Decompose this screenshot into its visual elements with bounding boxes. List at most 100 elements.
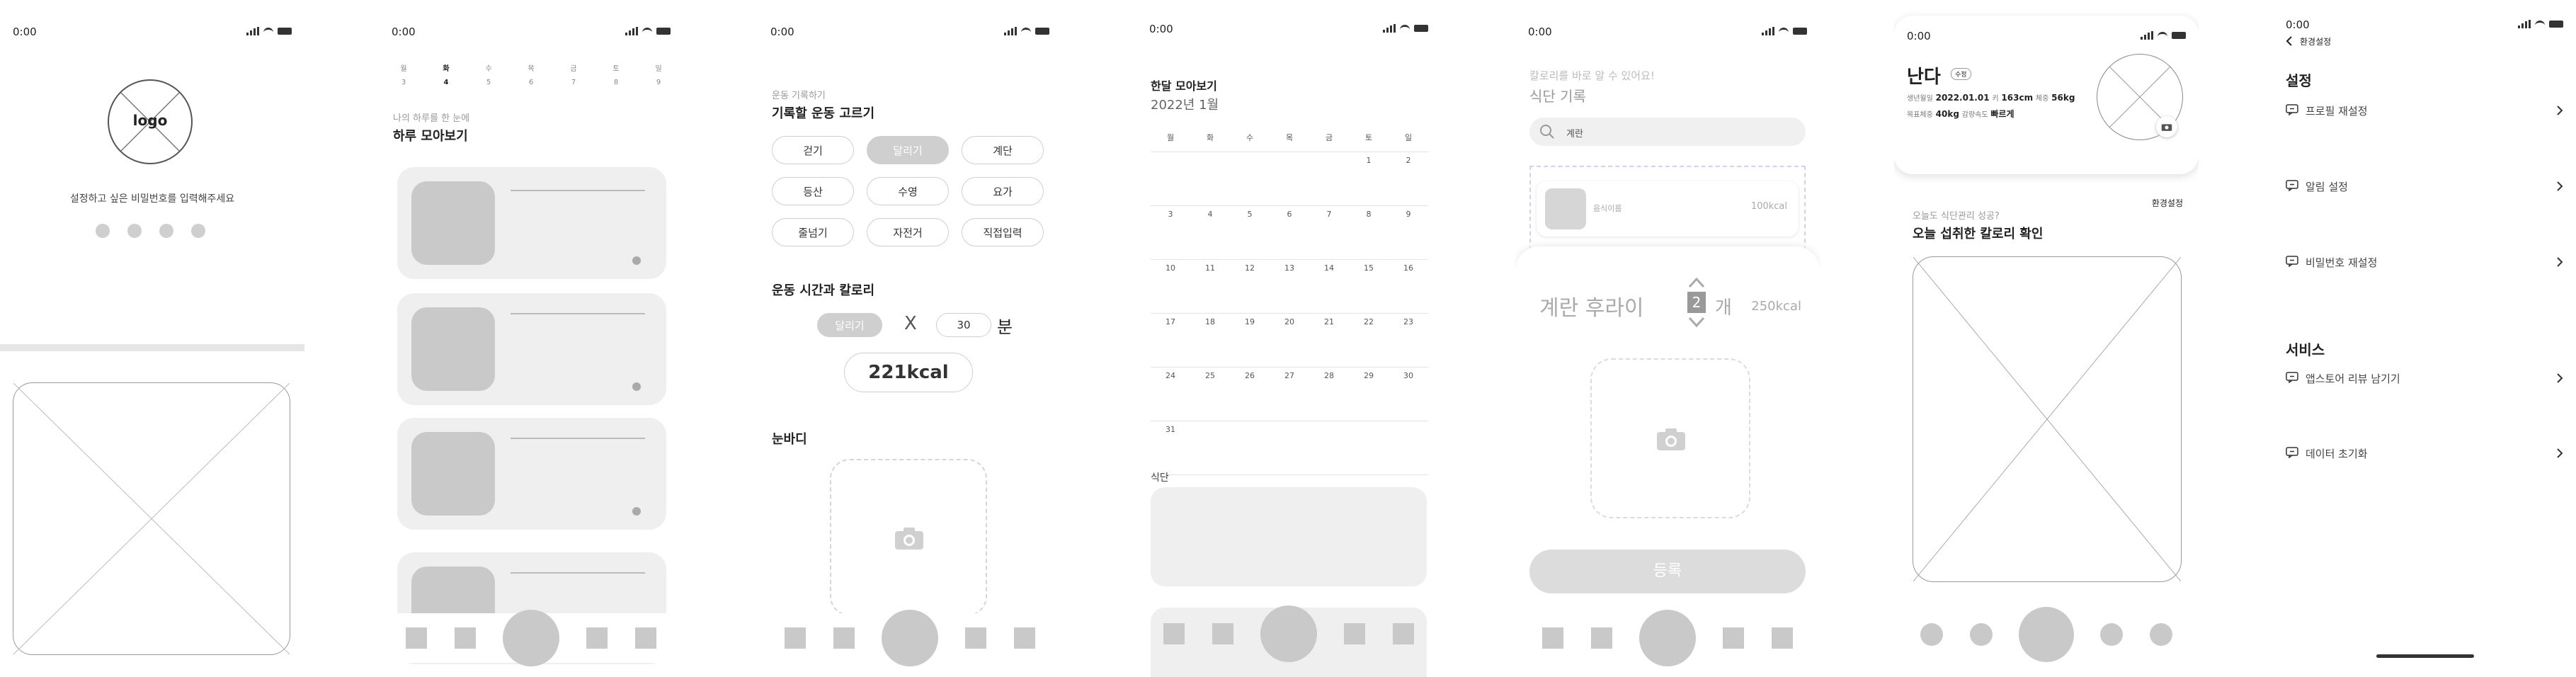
exercise-option[interactable]: 요가 bbox=[962, 177, 1044, 205]
meal-section-label: 식단 bbox=[1151, 472, 1169, 484]
nav-tab-icon[interactable] bbox=[965, 627, 987, 649]
nav-tab-icon[interactable] bbox=[406, 627, 428, 649]
day-card[interactable] bbox=[397, 293, 666, 405]
calendar-day[interactable]: 28 bbox=[1309, 371, 1349, 380]
calendar-day[interactable]: 13 bbox=[1270, 263, 1309, 273]
nav-tab-icon[interactable] bbox=[1969, 623, 1993, 646]
keypad-placeholder[interactable] bbox=[13, 382, 290, 655]
calendar-day[interactable]: 16 bbox=[1389, 263, 1428, 273]
week-date[interactable]: 7 bbox=[563, 79, 584, 86]
settings-item[interactable]: 데이터 초기화 bbox=[2286, 443, 2563, 463]
week-date[interactable]: 3 bbox=[393, 79, 414, 86]
search-bar[interactable]: 계란 bbox=[1529, 118, 1806, 146]
nav-tab-icon[interactable] bbox=[1212, 623, 1233, 644]
nav-center-button[interactable] bbox=[1639, 610, 1696, 666]
calendar-day[interactable]: 9 bbox=[1389, 210, 1428, 219]
nav-tab-icon[interactable] bbox=[1163, 623, 1185, 644]
meal-card[interactable] bbox=[1151, 487, 1427, 586]
week-date[interactable]: 8 bbox=[605, 79, 627, 86]
calendar-day[interactable]: 2 bbox=[1389, 156, 1428, 165]
nav-tab-icon[interactable] bbox=[1723, 627, 1745, 649]
week-date[interactable]: 4 bbox=[435, 79, 457, 86]
week-date[interactable]: 6 bbox=[520, 79, 542, 86]
nav-tab-icon[interactable] bbox=[454, 627, 476, 649]
settings-item[interactable]: 알림 설정 bbox=[2286, 176, 2563, 196]
nav-tab-icon[interactable] bbox=[1392, 623, 1414, 644]
calendar-day[interactable]: 6 bbox=[1270, 210, 1309, 219]
week-date[interactable]: 9 bbox=[648, 79, 669, 86]
nav-tab-icon[interactable] bbox=[1344, 623, 1366, 644]
calendar-day[interactable]: 21 bbox=[1309, 317, 1349, 326]
submit-button[interactable]: 등록 bbox=[1529, 550, 1806, 593]
calendar-day[interactable]: 3 bbox=[1151, 210, 1190, 219]
exercise-option[interactable]: 줄넘기 bbox=[772, 218, 854, 246]
nav-tab-icon[interactable] bbox=[1771, 627, 1793, 649]
week-day: 수 bbox=[485, 65, 492, 73]
calendar-day[interactable]: 7 bbox=[1309, 210, 1349, 219]
exercise-option[interactable]: 자전거 bbox=[867, 218, 949, 246]
nav-center-button[interactable] bbox=[502, 610, 559, 666]
nav-tab-icon[interactable] bbox=[833, 627, 855, 649]
nav-tab-icon[interactable] bbox=[2149, 623, 2172, 646]
settings-item[interactable]: 프로필 재설정 bbox=[2286, 101, 2563, 120]
calendar-day[interactable]: 19 bbox=[1230, 317, 1270, 326]
photo-upload[interactable] bbox=[830, 459, 987, 616]
calendar-day[interactable]: 12 bbox=[1230, 263, 1270, 273]
calendar-day[interactable]: 14 bbox=[1309, 263, 1349, 273]
settings-item[interactable]: 앱스토어 리뷰 남기기 bbox=[2286, 368, 2563, 388]
edit-badge[interactable]: 수정 bbox=[1951, 68, 1971, 80]
calendar-day[interactable]: 24 bbox=[1151, 371, 1190, 380]
calendar-day[interactable]: 30 bbox=[1389, 371, 1428, 380]
minutes-input[interactable]: 30 bbox=[936, 313, 991, 337]
calendar-day[interactable]: 17 bbox=[1151, 317, 1190, 326]
settings-item[interactable]: 비밀번호 재설정 bbox=[2286, 252, 2563, 272]
calendar-day[interactable]: 8 bbox=[1349, 210, 1389, 219]
calendar-day[interactable]: 15 bbox=[1349, 263, 1389, 273]
calendar-day[interactable]: 10 bbox=[1151, 263, 1190, 273]
nav-center-button[interactable] bbox=[881, 610, 938, 666]
exercise-option[interactable]: 걷기 bbox=[772, 136, 854, 164]
quantity-stepper[interactable]: 2 bbox=[1687, 276, 1706, 330]
calendar-day[interactable]: 27 bbox=[1270, 371, 1309, 380]
exercise-option[interactable]: 등산 bbox=[772, 177, 854, 205]
exercise-option[interactable]: 수영 bbox=[867, 177, 949, 205]
calendar-day[interactable]: 22 bbox=[1349, 317, 1389, 326]
search-result-item[interactable]: 음식이름 100kcal bbox=[1537, 181, 1799, 237]
calendar-day[interactable]: 25 bbox=[1190, 371, 1230, 380]
nav-center-button[interactable] bbox=[1260, 605, 1317, 662]
nav-tab-icon[interactable] bbox=[1590, 627, 1612, 649]
calendar-day[interactable]: 20 bbox=[1270, 317, 1309, 326]
signal-icon bbox=[2141, 31, 2153, 40]
calendar-day[interactable]: 31 bbox=[1151, 425, 1190, 434]
chevron-up-icon[interactable] bbox=[1687, 276, 1706, 289]
day-card[interactable] bbox=[397, 167, 666, 279]
calendar-day[interactable]: 1 bbox=[1349, 156, 1389, 165]
calendar-day[interactable]: 4 bbox=[1190, 210, 1230, 219]
nav-tab-icon[interactable] bbox=[1920, 623, 1944, 646]
calendar-weekday: 화 bbox=[1206, 133, 1214, 142]
search-input[interactable]: 계란 bbox=[1566, 126, 1583, 140]
nav-tab-icon[interactable] bbox=[2100, 623, 2124, 646]
calendar-day[interactable]: 5 bbox=[1230, 210, 1270, 219]
nav-tab-icon[interactable] bbox=[785, 627, 807, 649]
exercise-option-selected[interactable]: 달리기 bbox=[867, 136, 949, 164]
exercise-option[interactable]: 계단 bbox=[962, 136, 1044, 164]
settings-link[interactable]: 환경설정 bbox=[2152, 197, 2183, 209]
calendar-day[interactable]: 26 bbox=[1230, 371, 1270, 380]
nav-center-button[interactable] bbox=[2018, 607, 2074, 662]
nav-tab-icon[interactable] bbox=[586, 627, 608, 649]
exercise-option[interactable]: 직접입력 bbox=[962, 218, 1044, 246]
day-card[interactable] bbox=[397, 418, 666, 530]
nav-tab-icon[interactable] bbox=[1013, 627, 1035, 649]
back-button[interactable]: 환경설정 bbox=[2286, 34, 2331, 48]
week-date[interactable]: 5 bbox=[478, 79, 499, 86]
calendar-day[interactable]: 11 bbox=[1190, 263, 1230, 273]
food-photo-upload[interactable] bbox=[1590, 358, 1750, 518]
nav-tab-icon[interactable] bbox=[1542, 627, 1564, 649]
nav-tab-icon[interactable] bbox=[634, 627, 656, 649]
calendar-day[interactable]: 29 bbox=[1349, 371, 1389, 380]
camera-badge[interactable] bbox=[2156, 116, 2177, 137]
chevron-down-icon[interactable] bbox=[1687, 316, 1706, 329]
calendar-day[interactable]: 18 bbox=[1190, 317, 1230, 326]
calendar-day[interactable]: 23 bbox=[1389, 317, 1428, 326]
